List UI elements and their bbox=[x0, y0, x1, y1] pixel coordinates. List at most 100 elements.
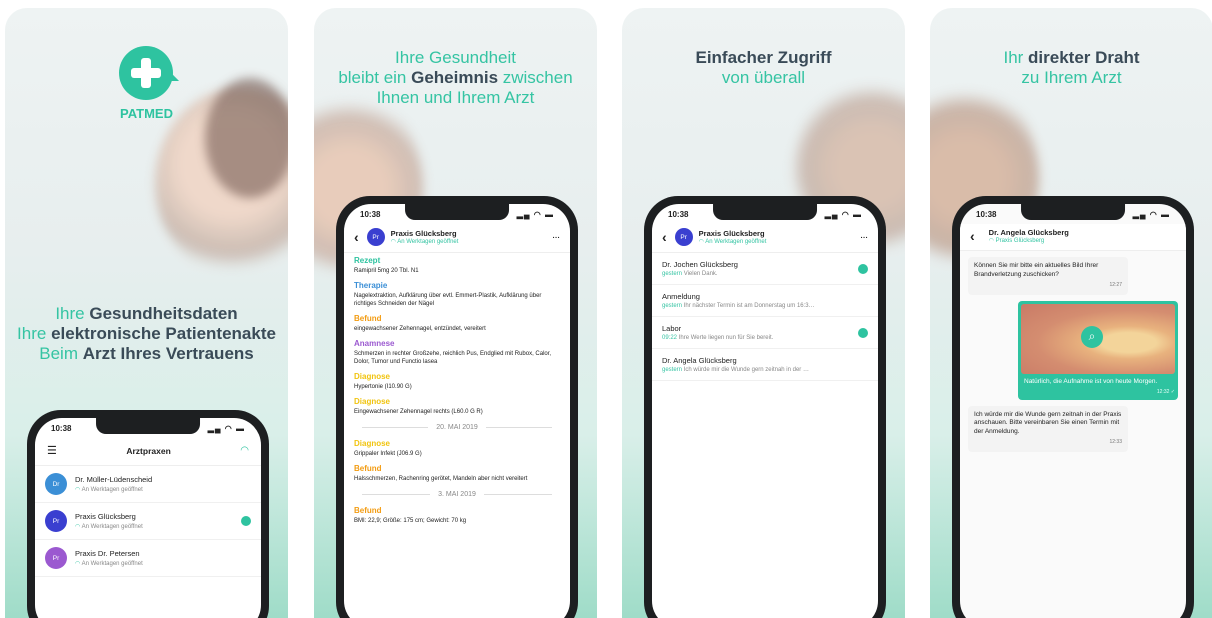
phone-mockup: 10:38 ▂▄ ◠ ▬ ‹ Pr Praxis Glücksberg ◠ An W… bbox=[336, 196, 578, 618]
entry-detail: Hypertonie (I10.90 G) bbox=[354, 384, 412, 390]
opening-status: ◠ An Werktagen geöffnet bbox=[75, 524, 143, 530]
wifi-icon: ◠ bbox=[240, 445, 249, 456]
entry-detail: Schmerzen in rechter Großzehe, reichlich… bbox=[354, 351, 552, 365]
patmed-logo bbox=[119, 46, 173, 100]
record-entry[interactable]: Diagnose Grippaler Infekt (J06.9 G) bbox=[344, 436, 570, 461]
opening-status: ◠ An Werktagen geöffnet bbox=[698, 239, 767, 245]
entry-type: Diagnose bbox=[354, 397, 391, 406]
record-entry[interactable]: Diagnose Eingewachsener Zehennagel rechts… bbox=[344, 394, 570, 419]
record-entry[interactable]: Befund Halsschmerzen, Rachenring gerötet,… bbox=[344, 461, 570, 486]
record-entry[interactable]: Rezept Ramipril 5mg 20 Tbl. N1 bbox=[344, 253, 570, 278]
unread-badge bbox=[858, 327, 868, 338]
headline: Ihre Gesundheit bleibt ein Geheimnis zwi… bbox=[338, 48, 573, 107]
phone-mockup: 10:38 ▂▄ ◠ ▬ ☰ Arztpraxen ◠ Dr Dr. Müller-… bbox=[27, 410, 269, 618]
practice-name: Dr. Müller-Lüdenscheid bbox=[75, 475, 153, 484]
opening-status: ◠ An Werktagen geöffnet bbox=[390, 239, 459, 245]
unread-badge bbox=[241, 516, 251, 526]
status-icons: ▂▄ ◠ ▬ bbox=[1132, 209, 1170, 219]
status-time: 10:38 bbox=[51, 423, 72, 433]
phone-mockup: 10:38 ▂▄ ◠ ▬ ‹ Pr Praxis Glücksberg ◠ An W… bbox=[644, 196, 886, 618]
logo-text: PATMED bbox=[120, 106, 173, 121]
entry-detail: BMI: 22,9; Größe: 175 cm; Gewicht: 70 kg bbox=[354, 518, 467, 524]
conversation-preview: 09:22 Ihre Werte liegen nun für Sie bere… bbox=[662, 335, 774, 341]
message-out: ⌕ Natürlich, die Aufnahme ist von heute … bbox=[1018, 300, 1178, 400]
date-separator: 20. MAI 2019 bbox=[344, 419, 570, 436]
opening-status: ◠ An Werktagen geöffnet bbox=[75, 561, 143, 567]
screenshot-panel-1: PATMED Ihre Gesundheitsdaten Ihre elektro… bbox=[5, 8, 288, 618]
status-icons: ▂▄ ◠ ▬ bbox=[207, 423, 245, 433]
back-icon[interactable]: ‹ bbox=[354, 229, 359, 245]
status-time: 10:38 bbox=[360, 209, 381, 219]
status-time: 10:38 bbox=[668, 209, 689, 219]
entry-type: Befund bbox=[354, 506, 382, 515]
more-icon[interactable]: ··· bbox=[861, 233, 869, 242]
practice-name: Praxis Glücksberg bbox=[390, 229, 457, 238]
conversation-item[interactable]: Labor 09:22 Ihre Werte liegen nun für Sie… bbox=[652, 317, 878, 349]
conversation-item[interactable]: Dr. Angela Glücksberg gestern Ich würde m… bbox=[652, 349, 878, 381]
entry-type: Rezept bbox=[354, 256, 381, 265]
screen-title: Arztpraxen bbox=[126, 445, 171, 456]
entry-type: Befund bbox=[354, 464, 382, 473]
conversation-name: Dr. Angela Glücksberg bbox=[662, 356, 737, 365]
practice-name: Praxis Glücksberg bbox=[75, 512, 136, 521]
entry-detail: Halsschmerzen, Rachenring gerötet, Mande… bbox=[354, 476, 528, 482]
entry-type: Anamnese bbox=[354, 339, 395, 348]
avatar: Dr bbox=[45, 473, 67, 495]
phone-mockup: 10:38 ▂▄ ◠ ▬ ‹ Dr. Angela Glücksberg ◠ Pra… bbox=[952, 196, 1194, 618]
status-time: 10:38 bbox=[976, 209, 997, 219]
entry-detail: Nagelextraktion, Aufklärung über evtl. E… bbox=[354, 293, 542, 307]
avatar: Pr bbox=[674, 228, 693, 246]
entry-detail: Ramipril 5mg 20 Tbl. N1 bbox=[354, 268, 419, 274]
back-icon[interactable]: ‹ bbox=[970, 228, 975, 244]
headline-line: Beim Arzt Ihres Vertrauens bbox=[39, 344, 254, 363]
headline: Ihr direkter Draht zu Ihrem Arzt bbox=[1003, 48, 1140, 87]
entry-detail: Eingewachsener Zehennagel rechts (L60.0 … bbox=[354, 409, 483, 415]
conversation-item[interactable]: Dr. Jochen Glücksberg gestern Vielen Dank… bbox=[652, 253, 878, 285]
entry-detail: eingewachsener Zehennagel, entzündet, ve… bbox=[354, 326, 486, 332]
record-entry[interactable]: Befund BMI: 22,9; Größe: 175 cm; Gewicht:… bbox=[344, 503, 570, 528]
back-icon[interactable]: ‹ bbox=[662, 229, 667, 245]
magnifier-icon[interactable]: ⌕ bbox=[1081, 325, 1103, 348]
entry-type: Therapie bbox=[354, 281, 388, 290]
record-entry[interactable]: Diagnose Hypertonie (I10.90 G) bbox=[344, 369, 570, 394]
conversation-name: Anmeldung bbox=[662, 292, 700, 301]
status-icons: ▂▄ ◠ ▬ bbox=[516, 209, 554, 219]
conversation-item[interactable]: Anmeldung gestern Ihr nächster Termin ist… bbox=[652, 285, 878, 317]
avatar: Pr bbox=[45, 547, 67, 569]
headline-line: Ihre elektronische Patientenakte bbox=[17, 324, 276, 343]
message-in: Ich würde mir die Wunde gern zeitnah in … bbox=[968, 405, 1128, 452]
avatar: Pr bbox=[45, 510, 67, 532]
screenshot-panel-2: Ihre Gesundheit bleibt ein Geheimnis zwi… bbox=[314, 8, 597, 618]
opening-status: ◠ An Werktagen geöffnet bbox=[75, 487, 143, 493]
record-entry[interactable]: Befund eingewachsener Zehennagel, entzünd… bbox=[344, 311, 570, 336]
screenshot-panel-4: Ihr direkter Draht zu Ihrem Arzt 10:38 ▂▄… bbox=[930, 8, 1212, 618]
menu-icon[interactable]: ☰ bbox=[47, 444, 57, 457]
conversation-name: Labor bbox=[662, 324, 682, 333]
headline: Ihre Gesundheitsdaten Ihre elektronische … bbox=[5, 304, 288, 364]
wound-photo[interactable]: ⌕ bbox=[1021, 303, 1175, 374]
record-entry[interactable]: Therapie Nagelextraktion, Aufklärung über… bbox=[344, 278, 570, 311]
doctor-name: Dr. Angela Glücksberg bbox=[988, 228, 1069, 237]
more-icon[interactable]: ··· bbox=[553, 233, 561, 242]
unread-badge bbox=[858, 263, 868, 274]
entry-type: Diagnose bbox=[354, 439, 391, 448]
screenshot-panel-3: Einfacher Zugriff von überall 10:38 ▂▄ ◠ … bbox=[622, 8, 905, 618]
record-entry[interactable]: Anamnese Schmerzen in rechter Großzehe, r… bbox=[344, 336, 570, 369]
entry-type: Diagnose bbox=[354, 372, 391, 381]
practice-subtitle: ◠ Praxis Glücksberg bbox=[988, 238, 1045, 244]
practice-name: Praxis Dr. Petersen bbox=[75, 549, 140, 558]
entry-detail: Grippaler Infekt (J06.9 G) bbox=[354, 451, 422, 457]
conversation-preview: gestern Ich würde mir die Wunde gern zei… bbox=[662, 367, 809, 373]
practice-list-item[interactable]: Dr Dr. Müller-Lüdenscheid ◠ An Werktagen g… bbox=[35, 466, 261, 503]
entry-type: Befund bbox=[354, 314, 382, 323]
date-separator: 3. MAI 2019 bbox=[344, 486, 570, 503]
practice-list-item[interactable]: Pr Praxis Glücksberg ◠ An Werktagen geöffn… bbox=[35, 503, 261, 540]
headline-line: Ihre Gesundheitsdaten bbox=[55, 304, 238, 323]
practice-list-item[interactable]: Pr Praxis Dr. Petersen ◠ An Werktagen geöf… bbox=[35, 540, 261, 577]
headline: Einfacher Zugriff von überall bbox=[695, 48, 832, 87]
status-icons: ▂▄ ◠ ▬ bbox=[824, 209, 862, 219]
message-in: Können Sie mir bitte ein aktuelles Bild … bbox=[968, 257, 1128, 295]
practice-name: Praxis Glücksberg bbox=[698, 229, 765, 238]
conversation-name: Dr. Jochen Glücksberg bbox=[662, 260, 738, 269]
conversation-preview: gestern Ihr nächster Termin ist am Donne… bbox=[662, 303, 815, 309]
